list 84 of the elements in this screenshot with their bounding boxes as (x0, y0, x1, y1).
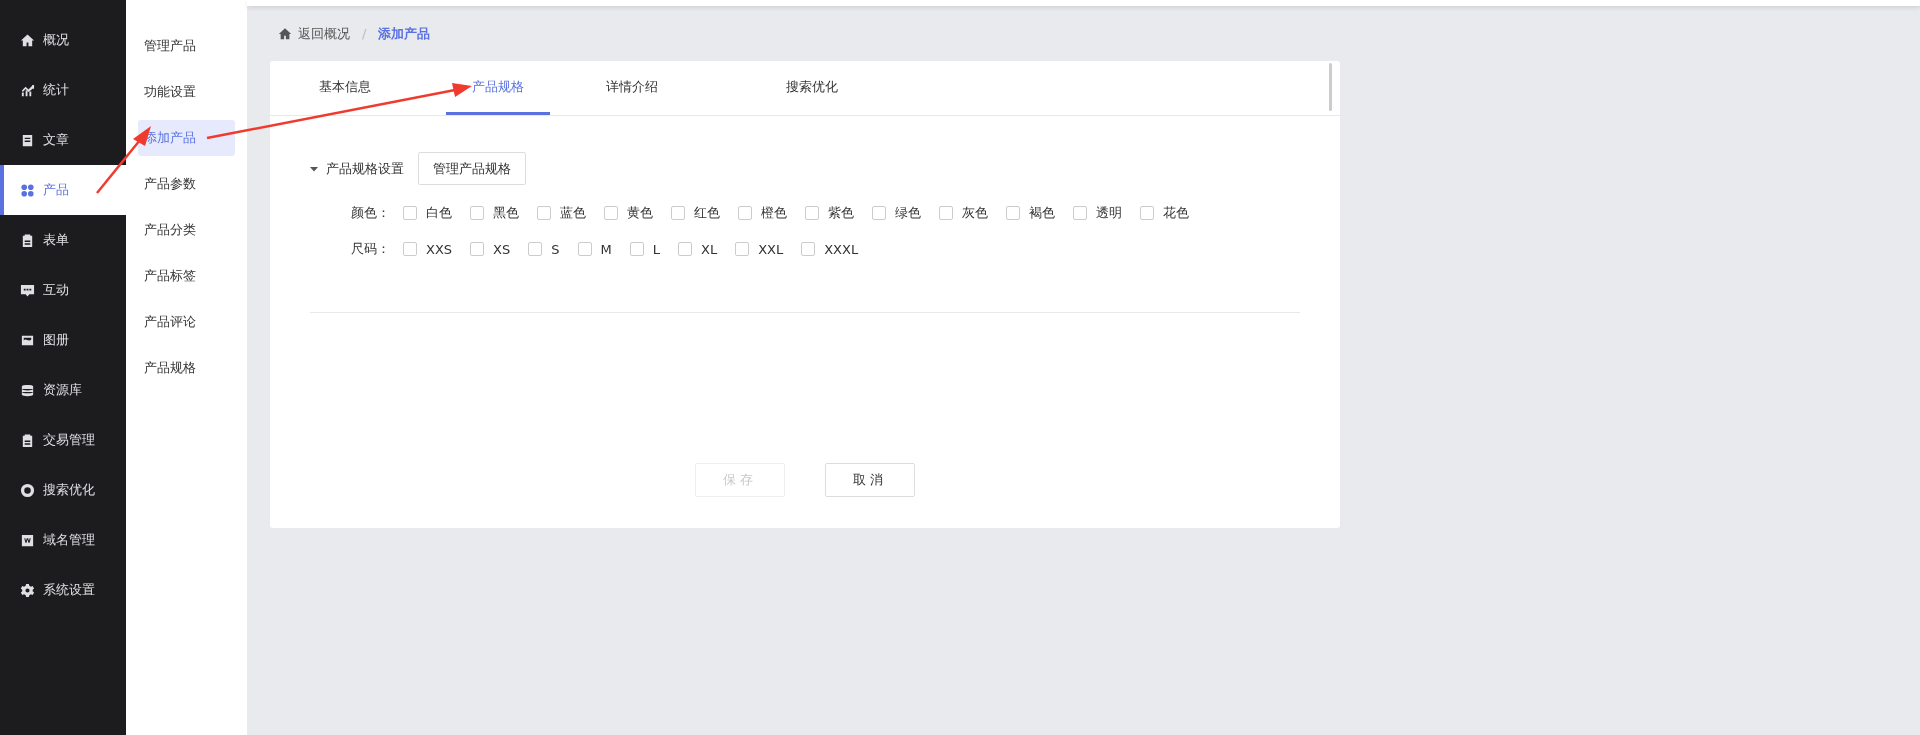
checkbox[interactable] (537, 206, 551, 220)
option-label: XL (701, 241, 718, 257)
submenu-item[interactable]: 产品参数 (138, 166, 235, 202)
ring-icon (20, 482, 35, 498)
checkbox[interactable] (528, 242, 543, 256)
sidebar-item[interactable]: 互动 (0, 265, 126, 315)
checkbox[interactable] (671, 206, 685, 220)
settings-icon (20, 582, 35, 598)
tab[interactable]: 搜索优化 (760, 61, 864, 115)
checkbox[interactable] (470, 242, 485, 256)
option-label: 透明 (1096, 204, 1122, 222)
checkbox[interactable] (1073, 206, 1087, 220)
checkbox[interactable] (805, 206, 819, 220)
checkbox[interactable] (470, 206, 484, 220)
option-label: 褐色 (1029, 204, 1055, 222)
sidebar-item[interactable]: 统计 (0, 65, 126, 115)
submenu-item[interactable]: 产品规格 (138, 350, 235, 386)
submenu-item[interactable]: 产品评论 (138, 304, 235, 340)
checkbox[interactable] (738, 206, 752, 220)
sidebar-item[interactable]: 搜索优化 (0, 465, 126, 515)
checkbox[interactable] (939, 206, 953, 220)
sidebar-item[interactable]: 系统设置 (0, 565, 126, 615)
scrollbar[interactable] (1329, 63, 1332, 111)
submenu-item[interactable]: 功能设置 (138, 74, 235, 110)
option-label: XXS (426, 241, 453, 257)
option-label: 白色 (426, 204, 452, 222)
sidebar-item[interactable]: 交易管理 (0, 415, 126, 465)
option-label: 黑色 (493, 204, 519, 222)
option-label: M (600, 241, 612, 257)
checkbox[interactable] (1006, 206, 1020, 220)
option-label: 红色 (694, 204, 720, 222)
caret-icon[interactable] (310, 164, 318, 173)
option-label: XXXL (824, 241, 859, 257)
manage-specs-button[interactable]: 管理产品规格 (418, 152, 526, 185)
document-icon (20, 132, 35, 148)
sidebar-item[interactable]: 概况 (0, 15, 126, 65)
option-label: 花色 (1163, 204, 1189, 222)
sidebar-item[interactable]: 图册 (0, 315, 126, 365)
option-label: 黄色 (627, 204, 653, 222)
database-icon (20, 382, 35, 398)
option-label: S (551, 241, 560, 257)
submenu-item[interactable]: 产品分类 (138, 212, 235, 248)
chart-icon (20, 82, 35, 98)
group-label: 颜色： (351, 204, 391, 222)
sidebar-item[interactable]: 产品 (0, 165, 126, 215)
back-link[interactable]: 返回概况 (298, 24, 350, 43)
home-icon (20, 32, 35, 48)
option-label: 紫色 (828, 204, 854, 222)
checkbox[interactable] (403, 242, 417, 256)
group-label: 尺码： (351, 240, 391, 258)
home-icon (278, 26, 292, 41)
checkbox[interactable] (678, 242, 692, 256)
option-label: 蓝色 (560, 204, 586, 222)
checkbox[interactable] (403, 206, 417, 220)
section-title: 产品规格设置 (326, 159, 404, 178)
clipboard-icon (20, 232, 35, 248)
clipboard-icon (20, 432, 35, 448)
checkbox[interactable] (735, 242, 750, 256)
breadcrumb-current: 添加产品 (378, 24, 431, 43)
submenu-item[interactable]: 管理产品 (138, 28, 235, 64)
option-label: XXL (758, 241, 784, 257)
breadcrumb-separator: / (362, 26, 367, 41)
chat-icon (20, 282, 35, 298)
sidebar-item[interactable]: 域名管理 (0, 515, 126, 565)
submenu-item[interactable]: 产品标签 (138, 258, 235, 294)
checkbox[interactable] (801, 242, 816, 256)
checkbox[interactable] (577, 242, 592, 256)
option-label: XS (493, 241, 511, 257)
checkbox[interactable] (872, 206, 886, 220)
checkbox[interactable] (629, 242, 644, 256)
checkbox[interactable] (604, 206, 618, 220)
sidebar-item[interactable]: 资源库 (0, 365, 126, 415)
option-label: L (652, 241, 660, 257)
sidebar-item[interactable]: 文章 (0, 115, 126, 165)
option-label: 橙色 (761, 204, 787, 222)
option-label: 绿色 (895, 204, 921, 222)
w-icon (20, 532, 35, 548)
tab[interactable]: 详情介绍 (580, 61, 684, 115)
option-label: 灰色 (962, 204, 988, 222)
checkbox[interactable] (1140, 206, 1154, 220)
sidebar-item[interactable]: 表单 (0, 215, 126, 265)
cancel-button[interactable]: 取消 (825, 463, 915, 497)
tab[interactable]: 基本信息 (293, 61, 397, 115)
grid-icon (20, 182, 35, 198)
